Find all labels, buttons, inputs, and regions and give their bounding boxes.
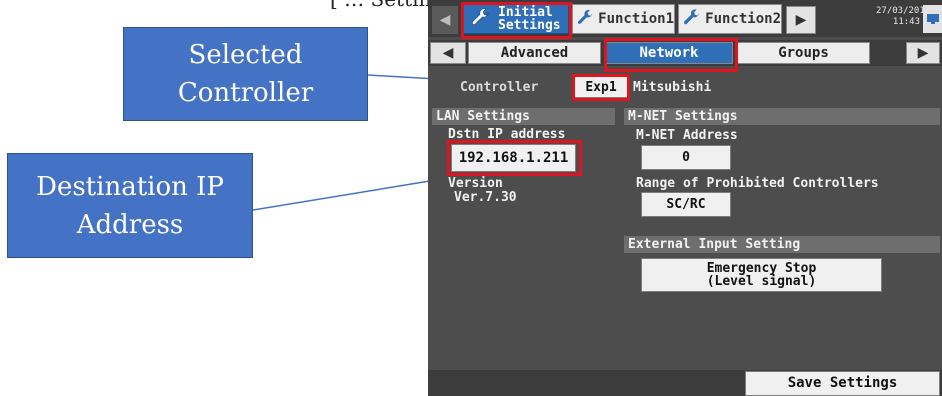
mnet-settings-heading: M-NET Settings	[624, 108, 940, 125]
mnet-address-label: M-NET Address	[636, 128, 738, 143]
prohibited-range-label: Range of Prohibited Controllers	[636, 176, 879, 191]
subtab-label: Groups	[778, 45, 829, 61]
wrench-icon	[684, 9, 699, 25]
connector-dest-ip	[252, 177, 449, 211]
highlight-dest-ip	[447, 140, 582, 176]
subtab-groups[interactable]: Groups	[737, 42, 870, 64]
button-text-line: (Level signal)	[706, 274, 817, 289]
save-settings-label: Save Settings	[787, 375, 898, 391]
tab-function2[interactable]: Function2	[678, 4, 782, 34]
monitor-icon	[926, 14, 939, 24]
tab-label: Function2	[705, 11, 781, 27]
controller-screen: ◀ Initial Settings Function1 Function2 ▶	[428, 0, 942, 396]
controller-name: Mitsubishi	[633, 80, 712, 95]
tab-scroll-left-button[interactable]: ◀	[432, 6, 458, 34]
tab-function1[interactable]: Function1	[572, 4, 675, 34]
highlight-initial-settings	[461, 2, 572, 39]
mnet-address-value: 0	[682, 150, 690, 165]
callout-text-line: Controller	[177, 78, 314, 108]
highlight-controller	[572, 74, 630, 101]
callout-text-line: Address	[76, 209, 184, 240]
save-settings-button[interactable]: Save Settings	[745, 371, 940, 396]
callout-selected-controller: Selected Controller	[123, 27, 368, 121]
emergency-stop-button[interactable]: Emergency Stop (Level signal)	[641, 258, 882, 292]
tab-label: Function1	[598, 11, 674, 27]
callout-text-line: Selected	[188, 40, 303, 70]
subtab-advanced[interactable]: Advanced	[468, 42, 601, 64]
prohibited-range-value: SC/RC	[666, 197, 706, 212]
subtab-scroll-right-button[interactable]: ▶	[906, 42, 940, 64]
callout-destination-ip: Destination IP Address	[7, 153, 253, 258]
clock: 27/03/2015 11:43	[876, 6, 931, 28]
prohibited-range-button[interactable]: SC/RC	[641, 192, 731, 217]
subtab-label: Advanced	[500, 45, 569, 61]
external-input-heading: External Input Setting	[624, 236, 940, 253]
play-right-icon: ▶	[795, 12, 807, 28]
callout-text-line: Destination IP	[36, 171, 224, 202]
highlight-network-tab	[604, 38, 738, 72]
subtab-scroll-left-button[interactable]: ◀	[430, 42, 466, 64]
wrench-icon	[577, 9, 592, 24]
version-value: Ver.7.30	[454, 190, 517, 205]
time-text: 11:43	[892, 17, 920, 27]
mnet-address-field[interactable]: 0	[641, 145, 731, 170]
tab-scroll-right-button[interactable]: ▶	[786, 6, 816, 34]
monitor-button[interactable]	[923, 5, 942, 33]
bottom-bar: Save Settings	[428, 370, 942, 396]
lan-settings-heading: LAN Settings	[432, 108, 615, 125]
controller-label: Controller	[460, 80, 539, 95]
date-text: 27/03/2015	[876, 6, 931, 16]
version-label: Version	[448, 176, 503, 191]
